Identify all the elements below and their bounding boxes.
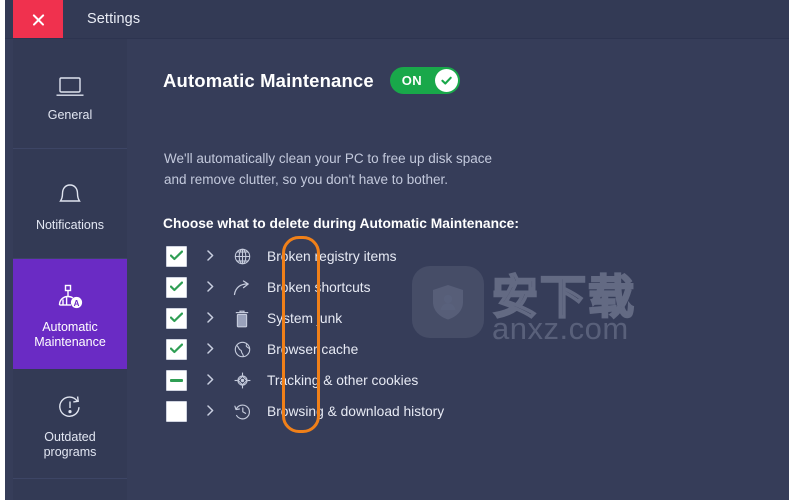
sidebar-item-label-line2: programs [43, 445, 97, 459]
option-row[interactable]: Broken registry items [159, 241, 619, 272]
settings-window: Settings General Notifications A Automat… [5, 0, 789, 500]
warning-refresh-icon [56, 387, 84, 421]
toggle-label: ON [401, 73, 423, 88]
check-icon [170, 343, 183, 354]
description-text: We'll automatically clean your PC to fre… [164, 148, 584, 190]
option-row[interactable]: Browsing & download history [159, 396, 619, 427]
option-checkbox[interactable] [166, 339, 187, 360]
chevron-right-icon[interactable] [207, 312, 216, 325]
bell-icon [57, 175, 83, 209]
page-header: Automatic Maintenance ON [163, 67, 460, 94]
option-row[interactable]: Tracking & other cookies [159, 365, 619, 396]
sidebar-item-label: Outdated programs [44, 430, 97, 460]
description-line-1: We'll automatically clean your PC to fre… [164, 151, 492, 166]
content-panel: Automatic Maintenance ON We'll automatic… [127, 39, 789, 500]
option-row[interactable]: Browser cache [159, 334, 619, 365]
close-x-icon [31, 12, 46, 27]
trash-can-icon [233, 310, 251, 328]
broom-auto-icon: A [55, 277, 85, 311]
sidebar-item-notifications[interactable]: Notifications [13, 149, 127, 259]
description-line-2: and remove clutter, so you don't have to… [164, 172, 449, 187]
check-icon [170, 250, 183, 261]
chevron-right-icon[interactable] [207, 374, 216, 387]
option-checkbox[interactable] [166, 246, 187, 267]
option-checkbox[interactable] [166, 401, 187, 422]
option-label: System junk [267, 311, 343, 326]
check-icon [170, 312, 183, 323]
sidebar-item-label: Automatic Maintenance [34, 320, 106, 350]
sidebar-item-outdated-programs[interactable]: Outdated programs [13, 369, 127, 479]
option-checkbox[interactable] [166, 370, 187, 391]
delete-options-list: Broken registry items Broken shortcuts S… [159, 241, 619, 427]
sidebar-item-label-line1: Outdated [44, 430, 96, 444]
option-label: Broken shortcuts [267, 280, 371, 295]
title-bar: Settings [5, 0, 789, 39]
option-row[interactable]: System junk [159, 303, 619, 334]
option-checkbox[interactable] [166, 277, 187, 298]
page-title: Automatic Maintenance [163, 69, 374, 91]
registry-mesh-icon [233, 248, 251, 266]
chevron-right-icon[interactable] [207, 405, 216, 418]
option-label: Broken registry items [267, 249, 397, 264]
option-row[interactable]: Broken shortcuts [159, 272, 619, 303]
option-label: Tracking & other cookies [267, 373, 419, 388]
sidebar-item-label: General [47, 107, 93, 122]
window-title: Settings [87, 11, 141, 27]
check-icon [170, 281, 183, 292]
sidebar-item-automatic-maintenance[interactable]: A Automatic Maintenance [13, 259, 127, 369]
shortcut-arrow-icon [233, 279, 251, 297]
svg-text:A: A [74, 299, 80, 308]
option-checkbox[interactable] [166, 308, 187, 329]
sidebar: General Notifications A Automatic Mainte… [13, 39, 127, 500]
check-circle-icon [434, 69, 458, 92]
sidebar-item-label-line1: Automatic [42, 320, 98, 334]
sidebar-item-general[interactable]: General [13, 39, 127, 149]
globe-cache-icon [233, 341, 251, 359]
chevron-right-icon[interactable] [207, 343, 216, 356]
laptop-icon [55, 65, 85, 99]
automatic-maintenance-toggle[interactable]: ON [389, 67, 460, 94]
option-label: Browsing & download history [267, 404, 445, 419]
screenshot-root: Settings General Notifications A Automat… [0, 0, 789, 500]
close-button[interactable] [13, 0, 63, 38]
crosshair-icon [233, 372, 251, 390]
chevron-right-icon[interactable] [207, 281, 216, 294]
sidebar-item-label: Notifications [35, 217, 105, 232]
sidebar-item-label-line2: Maintenance [34, 335, 106, 349]
chevron-right-icon[interactable] [207, 250, 216, 263]
indeterminate-dash-icon [170, 379, 183, 382]
section-heading: Choose what to delete during Automatic M… [163, 216, 519, 231]
clock-history-icon [233, 403, 251, 421]
sidebar-item-support[interactable] [13, 479, 127, 500]
option-label: Browser cache [267, 342, 359, 357]
